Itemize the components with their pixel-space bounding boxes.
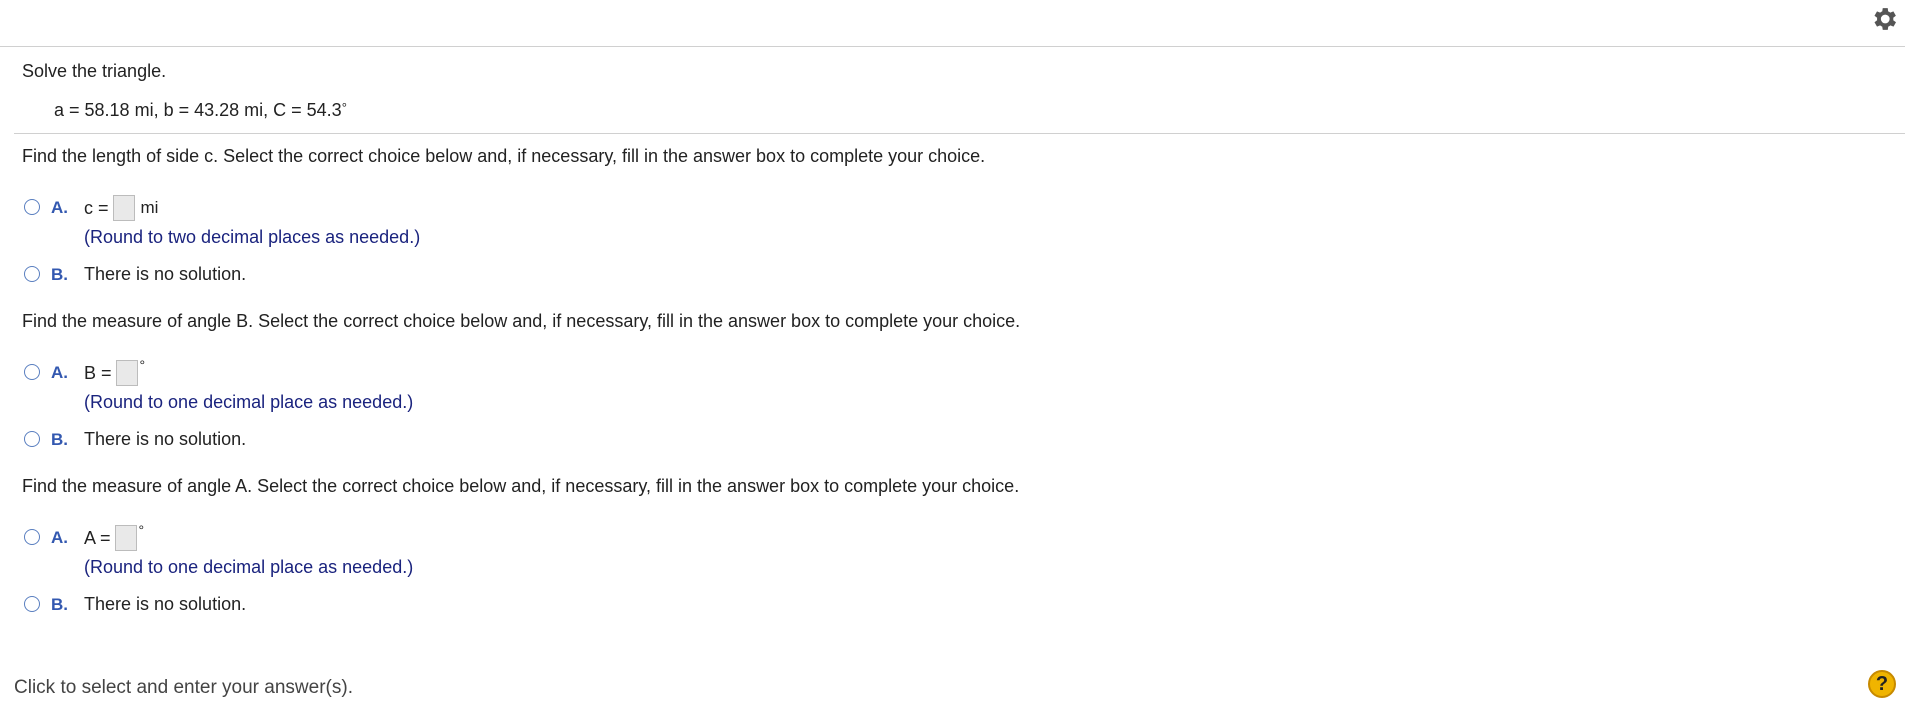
degree-symbol: ° [138,522,145,538]
choice-letter: A. [51,198,68,217]
help-icon[interactable]: ? [1868,670,1896,698]
radio-button[interactable] [24,529,40,545]
divider [14,133,1905,134]
choice-letter: A. [51,528,68,547]
answer-input-box[interactable] [112,195,135,221]
choice-text: There is no solution. [84,594,247,614]
part-side-c: Find the length of side c. Select the co… [22,146,1882,286]
given-text: a = 58.18 mi, b = 43.28 mi, C = 54.3 [54,100,342,120]
given-values: a = 58.18 mi, b = 43.28 mi, C = 54.3° [54,100,347,121]
answer-input-box[interactable] [115,360,138,386]
answer-line: A = ° [84,522,145,551]
rounding-hint: (Round to one decimal place as needed.) [84,557,414,577]
radio-button[interactable] [24,199,40,215]
top-toolbar [0,0,1905,47]
rounding-hint: (Round to two decimal places as needed.) [84,227,421,247]
radio-button[interactable] [24,596,40,612]
radio-button[interactable] [24,266,40,282]
problem-title: Solve the triangle. [22,61,167,81]
choice-text: There is no solution. [84,264,247,284]
answer-prefix: B = [84,362,112,383]
footer-instruction: Click to select and enter your answer(s)… [14,677,353,698]
answer-input-box[interactable] [114,525,137,551]
degree-symbol: ° [139,357,146,373]
part-angle-a: Find the measure of angle A. Select the … [22,476,1882,616]
question-text: Find the measure of angle A. Select the … [22,476,1020,496]
radio-button[interactable] [24,431,40,447]
answer-line: B = ° [84,357,146,386]
answer-unit: mi [140,198,159,217]
degree-symbol: ° [341,100,347,115]
rounding-hint: (Round to one decimal place as needed.) [84,392,414,412]
question-text: Find the length of side c. Select the co… [22,146,986,166]
choice-letter: B. [51,265,68,284]
choice-letter: B. [51,430,68,449]
answer-line: c = mi [84,195,158,221]
choice-text: There is no solution. [84,429,247,449]
radio-button[interactable] [24,364,40,380]
answer-prefix: c = [84,197,109,218]
question-text: Find the measure of angle B. Select the … [22,311,1021,331]
choice-letter: A. [51,363,68,382]
gear-icon[interactable] [1869,4,1899,34]
choice-letter: B. [51,595,68,614]
part-angle-b: Find the measure of angle B. Select the … [22,311,1882,451]
answer-prefix: A = [84,527,111,548]
